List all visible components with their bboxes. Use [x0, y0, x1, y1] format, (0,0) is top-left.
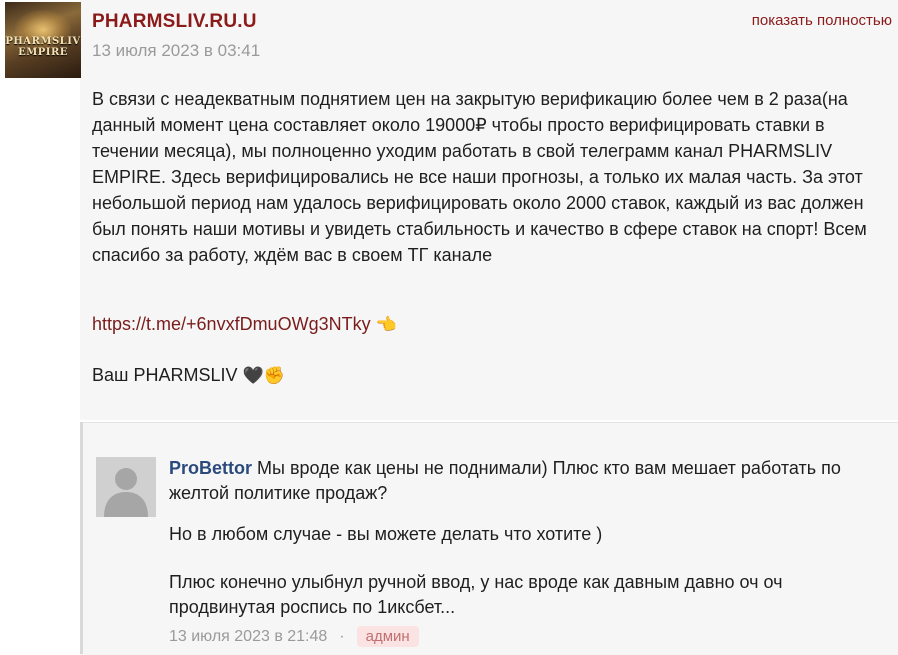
- reply-body: ProBettor Мы вроде как цены не поднимали…: [169, 456, 849, 506]
- post-link-line: https://t.me/+6nvxfDmuOWg3NTky 👈: [92, 314, 397, 335]
- post-paragraph: В связи с неадекватным поднятием цен на …: [92, 89, 867, 265]
- left-gutter: [0, 82, 80, 654]
- default-user-icon: [96, 457, 156, 517]
- reply-text-1: Мы вроде как цены не поднимали) Плюс кто…: [169, 458, 841, 503]
- reply-paragraph-3: Плюс конечно улыбнул ручной ввод, у нас …: [169, 572, 783, 617]
- reply-date: 13 июля 2023 в 21:48: [169, 627, 328, 645]
- pointing-hand-icon: 👈: [375, 315, 397, 335]
- reply-avatar[interactable]: [96, 457, 156, 517]
- post-author[interactable]: PHARMSLIV.RU.U: [92, 11, 257, 33]
- admin-badge: админ: [356, 626, 419, 647]
- meta-separator: ·: [339, 627, 345, 645]
- signature-text: Ваш PHARMSLIV: [92, 365, 238, 385]
- post-date: 13 июля 2023 в 03:41: [92, 41, 261, 60]
- reply-meta: 13 июля 2023 в 21:48 · админ: [169, 626, 419, 647]
- reply-indent-bar: [80, 422, 83, 654]
- post-signature: Ваш PHARMSLIV 🖤✊: [92, 365, 285, 386]
- author-avatar[interactable]: PHARMSLIV EMPIRE: [5, 2, 81, 78]
- telegram-link[interactable]: https://t.me/+6nvxfDmuOWg3NTky: [92, 314, 371, 334]
- show-full-link[interactable]: показать полностью: [752, 12, 892, 29]
- reply-paragraph-1: ProBettor Мы вроде как цены не поднимали…: [169, 456, 849, 506]
- avatar-logo-text: PHARMSLIV EMPIRE: [5, 36, 81, 58]
- reply-paragraph-2: Но в любом случае - вы можете делать что…: [169, 524, 603, 544]
- heart-fist-icon: 🖤✊: [242, 366, 285, 386]
- reply-author[interactable]: ProBettor: [169, 458, 252, 478]
- post-body: В связи с неадекватным поднятием цен на …: [92, 86, 882, 268]
